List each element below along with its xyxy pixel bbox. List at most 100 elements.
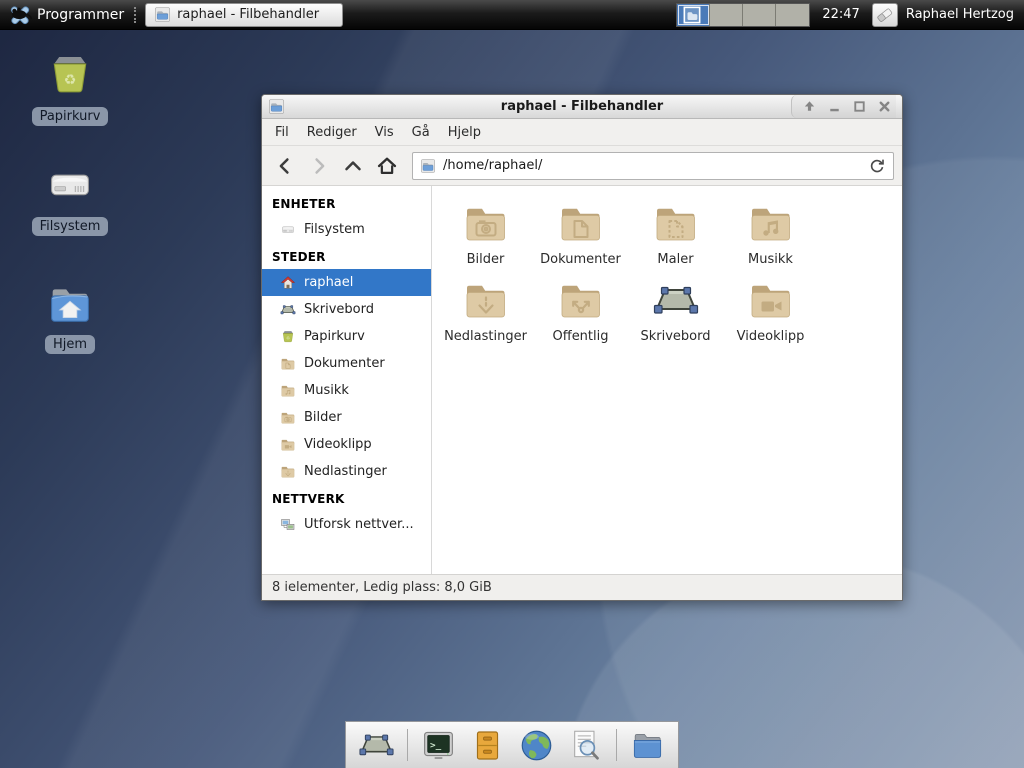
workspace-1[interactable]	[677, 4, 710, 26]
clock[interactable]: 22:47	[822, 7, 859, 22]
menu-file[interactable]: Fil	[266, 121, 298, 144]
session-button[interactable]	[872, 3, 898, 27]
sidebar-item-label: Bilder	[304, 410, 342, 425]
desktop-icon-trash[interactable]: ♻ Papirkurv	[30, 50, 110, 126]
desktop-icon-label: Filsystem	[32, 217, 109, 236]
menu-go[interactable]: Gå	[403, 121, 439, 144]
terminal-icon[interactable]: >_	[420, 727, 457, 764]
file-view[interactable]: Bilder Dokumenter Maler Musikk Nedlastin…	[432, 186, 902, 574]
file-item-offentlig[interactable]: Offentlig	[533, 277, 628, 344]
maximize-button[interactable]	[852, 99, 867, 114]
network-icon	[280, 517, 296, 533]
file-item-nedlastinger[interactable]: Nedlastinger	[438, 277, 533, 344]
window-icon	[268, 98, 285, 115]
forward-button[interactable]	[304, 151, 334, 181]
desktop-icon-label: Hjem	[45, 335, 95, 354]
shade-button[interactable]	[802, 99, 817, 114]
downloads-folder-icon	[462, 277, 510, 325]
home-folder-icon	[44, 278, 96, 330]
svg-text:♻: ♻	[286, 335, 290, 341]
folder-icon[interactable]	[629, 727, 666, 764]
sidebar-item-filsystem[interactable]: Filsystem	[262, 216, 431, 243]
file-label: Bilder	[467, 252, 505, 267]
pictures-folder-icon	[462, 200, 510, 248]
file-item-dokumenter[interactable]: Dokumenter	[533, 200, 628, 267]
applications-menu[interactable]: Programmer	[37, 7, 124, 23]
file-manager-window: raphael - Filbehandler Fil Rediger Vis G…	[261, 94, 903, 601]
file-label: Maler	[657, 252, 693, 267]
dock-separator	[616, 729, 617, 761]
sidebar-item-videoklipp[interactable]: Videoklipp	[262, 431, 431, 458]
menu-view[interactable]: Vis	[366, 121, 403, 144]
home-button[interactable]	[372, 151, 402, 181]
workspace-4[interactable]	[776, 4, 809, 26]
window-controls	[791, 95, 896, 118]
templates-folder-icon	[652, 200, 700, 248]
sidebar-item-raphael[interactable]: raphael	[262, 269, 431, 296]
file-item-musikk[interactable]: Musikk	[723, 200, 818, 267]
desktop-icon	[280, 302, 296, 318]
sidebar-header-network: NETTVERK	[262, 485, 431, 511]
desktop-icon-home[interactable]: Hjem	[30, 278, 110, 354]
taskbar-window-button[interactable]: raphael - Filbehandler	[145, 3, 343, 27]
user-name[interactable]: Raphael Hertzog	[906, 7, 1014, 22]
back-button[interactable]	[270, 151, 300, 181]
file-label: Videoklipp	[737, 329, 805, 344]
file-label: Skrivebord	[640, 329, 710, 344]
taskbar-window-label: raphael - Filbehandler	[177, 7, 319, 22]
close-button[interactable]	[877, 99, 892, 114]
file-cabinet-icon[interactable]	[469, 727, 506, 764]
sidebar-item-label: Papirkurv	[304, 329, 365, 344]
sidebar-item-nedlastinger[interactable]: Nedlastinger	[262, 458, 431, 485]
sidebar-item-label: Nedlastinger	[304, 464, 387, 479]
videos-folder-icon	[280, 437, 296, 453]
dock-separator	[407, 729, 408, 761]
home-icon	[280, 275, 296, 291]
drive-icon	[280, 222, 296, 238]
file-label: Musikk	[748, 252, 793, 267]
sidebar-item-label: raphael	[304, 275, 353, 290]
pictures-folder-icon	[280, 410, 296, 426]
up-button[interactable]	[338, 151, 368, 181]
minimize-button[interactable]	[827, 99, 842, 114]
show-desktop-icon[interactable]	[358, 727, 395, 764]
titlebar[interactable]: raphael - Filbehandler	[262, 95, 902, 119]
trash-icon: ♻	[44, 50, 96, 102]
top-panel: Programmer raphael - Filbehandler 22:47 …	[0, 0, 1024, 30]
eraser-icon	[874, 5, 896, 25]
toolbar: /home/raphael/	[262, 146, 902, 186]
workspace-3[interactable]	[743, 4, 776, 26]
sidebar-item-papirkurv[interactable]: ♻ Papirkurv	[262, 323, 431, 350]
file-label: Dokumenter	[540, 252, 621, 267]
file-item-maler[interactable]: Maler	[628, 200, 723, 267]
music-folder-icon	[747, 200, 795, 248]
search-files-icon[interactable]	[567, 727, 604, 764]
xfce-logo-icon[interactable]	[8, 3, 32, 27]
status-text: 8 ielementer, Ledig plass: 8,0 GiB	[272, 580, 492, 595]
web-browser-icon[interactable]	[518, 727, 555, 764]
sidebar-header-devices: ENHETER	[262, 190, 431, 216]
sidebar-item-network[interactable]: Utforsk nettver...	[262, 511, 431, 538]
menu-edit[interactable]: Rediger	[298, 121, 366, 144]
file-label: Nedlastinger	[444, 329, 527, 344]
sidebar-item-dokumenter[interactable]: Dokumenter	[262, 350, 431, 377]
dock: >_	[345, 721, 679, 768]
sidebar-item-label: Utforsk nettver...	[304, 517, 414, 532]
reload-icon[interactable]	[868, 157, 886, 175]
sidebar-item-label: Filsystem	[304, 222, 365, 237]
workspace-2[interactable]	[710, 4, 743, 26]
file-item-skrivebord[interactable]: Skrivebord	[628, 277, 723, 344]
file-item-bilder[interactable]: Bilder	[438, 200, 533, 267]
path-entry[interactable]: /home/raphael/	[412, 152, 894, 180]
sidebar-item-skrivebord[interactable]: Skrivebord	[262, 296, 431, 323]
sidebar-item-bilder[interactable]: Bilder	[262, 404, 431, 431]
sidebar-item-label: Musikk	[304, 383, 349, 398]
menu-help[interactable]: Hjelp	[439, 121, 490, 144]
path-text[interactable]: /home/raphael/	[443, 158, 861, 173]
sidebar: ENHETER Filsystem STEDER raphael Skriveb…	[262, 186, 432, 574]
file-item-videoklipp[interactable]: Videoklipp	[723, 277, 818, 344]
trash-icon: ♻	[280, 329, 296, 345]
desktop-icon-filesystem[interactable]: Filsystem	[30, 160, 110, 236]
sidebar-header-places: STEDER	[262, 243, 431, 269]
sidebar-item-musikk[interactable]: Musikk	[262, 377, 431, 404]
